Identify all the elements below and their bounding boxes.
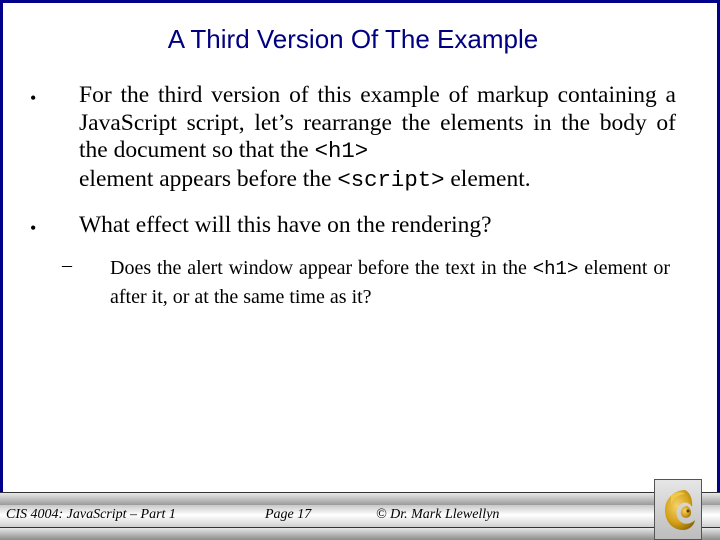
code-script: <script> xyxy=(337,166,445,193)
footer-course: CIS 4004: JavaScript – Part 1 xyxy=(6,507,176,522)
text-segment: element. xyxy=(444,165,531,192)
text-segment: Does the alert window appear before the … xyxy=(110,257,533,279)
bullet-marker: • xyxy=(30,218,37,238)
code-h1: <h1> xyxy=(532,258,579,280)
text-segment: For the third version of this example of… xyxy=(79,82,676,163)
sub-bullet-marker: – xyxy=(62,254,72,276)
sub-bullet-text: Does the alert window appear before the … xyxy=(110,254,670,311)
footer-bar-bottom xyxy=(0,528,720,540)
footer-copyright: © Dr. Mark Llewellyn xyxy=(376,507,500,522)
footer-bar-top xyxy=(0,492,720,506)
bullet-marker: • xyxy=(30,88,37,108)
bullet-2-text: What effect will this have on the render… xyxy=(79,212,492,238)
code-h1: <h1> xyxy=(314,138,369,164)
slide-title: A Third Version Of The Example xyxy=(167,24,539,54)
text-segment: element appears before the xyxy=(79,165,338,192)
logo-box xyxy=(654,479,702,540)
footer-page: Page 17 xyxy=(265,507,312,522)
ucf-pegasus-logo-icon xyxy=(665,490,695,530)
bullet-1-text: For the third version of this example of… xyxy=(79,82,676,194)
